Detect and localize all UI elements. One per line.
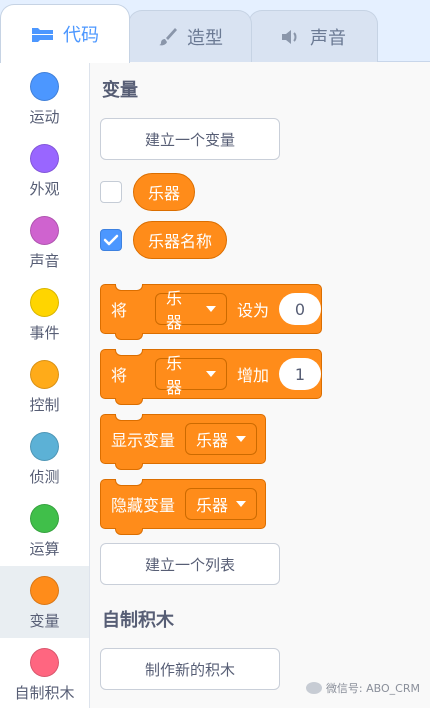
variable-dropdown[interactable]: 乐器 (185, 488, 258, 520)
category-operators[interactable]: 运算 (0, 494, 89, 566)
block-tab (115, 528, 143, 535)
tab-costumes[interactable]: 造型 (128, 10, 252, 63)
category-menu: 运动 外观 声音 事件 控制 侦测 运算 变量 自制积木 (0, 62, 90, 708)
change-variable-block[interactable]: 将 乐器 增加 1 (100, 349, 322, 405)
tab-costumes-label: 造型 (187, 28, 223, 49)
category-motion[interactable]: 运动 (0, 62, 89, 134)
category-looks[interactable]: 外观 (0, 134, 89, 206)
variable-dropdown[interactable]: 乐器 (155, 289, 227, 332)
watermark: 微信号: ABO_CRM (305, 680, 420, 696)
block-tab (115, 463, 143, 470)
dropdown-value: 乐器 (166, 354, 183, 397)
wechat-icon (305, 682, 322, 694)
value-input[interactable]: 0 (279, 293, 321, 325)
watermark-text: 微信号: ABO_CRM (325, 682, 420, 695)
variable-checkbox-checked[interactable] (100, 229, 122, 251)
make-list-button[interactable]: 建立一个列表 (100, 543, 280, 585)
dropdown-value: 乐器 (196, 431, 229, 450)
dropdown-value: 乐器 (196, 496, 229, 515)
block-notch (115, 284, 143, 291)
my-blocks-color-dot (30, 648, 59, 677)
control-color-dot (30, 360, 59, 389)
chevron-down-icon (236, 501, 247, 507)
block-text: 将 (111, 301, 128, 320)
category-label: 运算 (29, 540, 60, 558)
category-label: 自制积木 (14, 684, 75, 702)
sensing-color-dot (30, 432, 59, 461)
chevron-down-icon (206, 371, 216, 377)
block-text: 显示变量 (111, 431, 176, 450)
chevron-down-icon (206, 306, 216, 312)
show-variable-block[interactable]: 显示变量 乐器 (100, 414, 266, 470)
category-label: 外观 (29, 180, 60, 198)
checkmark-icon (103, 234, 119, 246)
block-text: 设为 (237, 301, 270, 320)
hide-variable-block[interactable]: 隐藏变量 乐器 (100, 479, 266, 535)
block-notch (115, 349, 143, 356)
tab-code[interactable]: 代码 (0, 4, 130, 63)
speaker-icon (280, 28, 302, 46)
block-notch (115, 414, 143, 421)
category-label: 运动 (29, 108, 60, 126)
operators-color-dot (30, 504, 59, 533)
my-blocks-section-title: 自制积木 (102, 610, 174, 631)
tab-sounds[interactable]: 声音 (248, 10, 378, 63)
variable-dropdown[interactable]: 乐器 (185, 423, 258, 455)
motion-color-dot (30, 72, 59, 101)
block-tab (115, 333, 143, 340)
block-notch (115, 479, 143, 486)
category-variables[interactable]: 变量 (0, 566, 89, 638)
category-label: 控制 (29, 396, 60, 414)
variable-reporter[interactable]: 乐器 (133, 173, 196, 211)
chevron-down-icon (236, 436, 247, 442)
variable-dropdown[interactable]: 乐器 (155, 354, 227, 397)
code-icon (31, 25, 55, 43)
make-block-button[interactable]: 制作新的积木 (100, 648, 280, 690)
variable-reporter[interactable]: 乐器名称 (133, 221, 228, 259)
category-label: 声音 (29, 252, 60, 270)
make-variable-button[interactable]: 建立一个变量 (100, 118, 280, 160)
block-text: 将 (111, 366, 128, 385)
variables-color-dot (30, 576, 59, 605)
sound-color-dot (30, 216, 59, 245)
dropdown-value: 乐器 (166, 289, 183, 332)
set-variable-block[interactable]: 将 乐器 设为 0 (100, 284, 322, 340)
category-my-blocks[interactable]: 自制积木 (0, 638, 89, 710)
tab-sounds-label: 声音 (310, 28, 346, 49)
block-text: 增加 (237, 366, 270, 385)
variable-checkbox[interactable] (100, 181, 122, 203)
brush-icon (157, 26, 179, 48)
block-tab (115, 398, 143, 405)
variables-section-title: 变量 (102, 80, 138, 101)
block-palette[interactable]: 变量 建立一个变量 乐器 乐器名称 将 乐器 设为 0 将 乐器 增加 1 显示… (90, 62, 430, 708)
category-sensing[interactable]: 侦测 (0, 422, 89, 494)
editor-tab-bar: 声音 造型 代码 (0, 0, 430, 63)
category-label: 事件 (29, 324, 60, 342)
value-input[interactable]: 1 (279, 358, 321, 390)
looks-color-dot (30, 144, 59, 173)
category-control[interactable]: 控制 (0, 350, 89, 422)
category-label: 侦测 (29, 468, 60, 486)
block-text: 隐藏变量 (111, 496, 176, 515)
events-color-dot (30, 288, 59, 317)
category-label: 变量 (29, 612, 60, 630)
category-sound[interactable]: 声音 (0, 206, 89, 278)
category-events[interactable]: 事件 (0, 278, 89, 350)
tab-code-label: 代码 (63, 25, 99, 46)
